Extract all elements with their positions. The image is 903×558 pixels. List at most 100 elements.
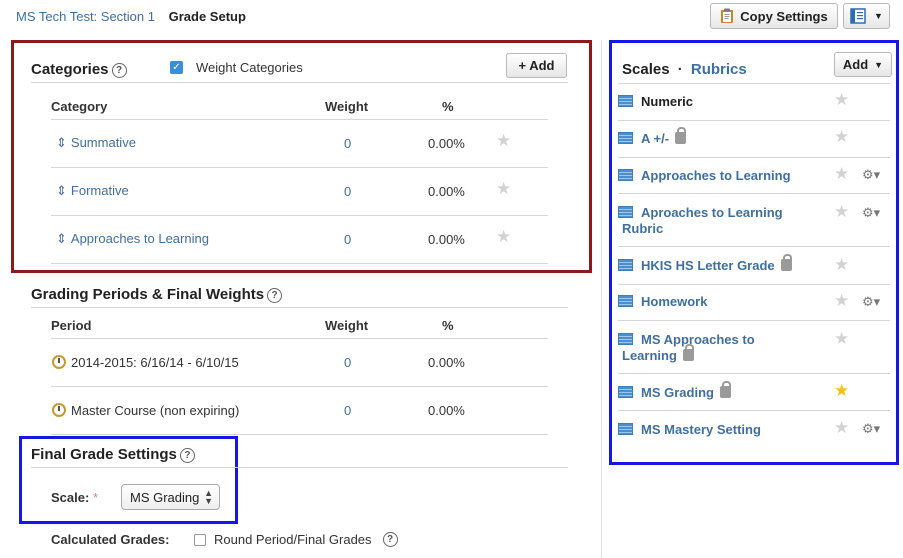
category-weight[interactable]: 0 bbox=[344, 184, 351, 199]
category-name-link[interactable]: Approaches to Learning bbox=[71, 231, 209, 246]
star-icon[interactable]: ★ bbox=[834, 202, 849, 222]
category-percent: 0.00% bbox=[428, 232, 465, 247]
divider bbox=[618, 120, 890, 121]
divider bbox=[618, 83, 890, 84]
divider bbox=[618, 157, 890, 158]
weight-categories-checkbox[interactable]: ✓ bbox=[170, 61, 183, 74]
divider bbox=[31, 307, 568, 308]
star-icon[interactable]: ★ bbox=[496, 179, 511, 199]
divider bbox=[51, 263, 548, 264]
star-icon[interactable]: ★ bbox=[834, 329, 849, 349]
drag-handle-icon[interactable]: ⇕ bbox=[56, 231, 67, 246]
gear-icon[interactable]: ⚙▾ bbox=[862, 167, 880, 183]
gear-icon[interactable]: ⚙▾ bbox=[862, 294, 880, 310]
select-arrows-icon: ▲ ▼ bbox=[204, 488, 213, 506]
chevron-down-icon: ▼ bbox=[874, 59, 884, 70]
table-row: ⇕ Summative bbox=[56, 135, 136, 151]
category-weight[interactable]: 0 bbox=[344, 232, 351, 247]
column-header-weight: Weight bbox=[325, 99, 369, 114]
help-icon[interactable]: ? bbox=[179, 447, 195, 463]
add-category-label: + Add bbox=[518, 58, 555, 73]
divider bbox=[618, 410, 890, 411]
divider bbox=[31, 467, 568, 468]
star-icon[interactable]: ★ bbox=[834, 127, 849, 147]
divider bbox=[51, 338, 548, 339]
star-icon[interactable]: ★ bbox=[496, 227, 511, 247]
scale-name-continued: Learning bbox=[622, 348, 677, 363]
star-icon[interactable]: ★ bbox=[834, 90, 849, 110]
calculated-grades-label: Calculated Grades: bbox=[51, 532, 170, 547]
divider bbox=[618, 246, 890, 247]
column-header-period: Period bbox=[51, 318, 92, 333]
copy-settings-button[interactable]: Copy Settings bbox=[710, 3, 838, 29]
page-title: Grade Setup bbox=[168, 9, 246, 24]
table-row: 2014-2015: 6/16/14 - 6/10/15 bbox=[52, 355, 239, 370]
divider bbox=[618, 320, 890, 321]
scale-list-icon bbox=[618, 259, 633, 271]
help-icon[interactable]: ? bbox=[382, 532, 398, 547]
drag-handle-icon[interactable]: ⇕ bbox=[56, 183, 67, 198]
layout-icon bbox=[850, 8, 866, 24]
grading-periods-title: Grading Periods & Final Weights? bbox=[31, 286, 283, 303]
add-scale-label: Add bbox=[842, 57, 869, 72]
round-grades-checkbox[interactable] bbox=[194, 533, 206, 546]
scale-list-icon bbox=[618, 95, 633, 107]
help-icon[interactable]: ? bbox=[267, 287, 283, 303]
scale-name: MS Approaches to bbox=[641, 332, 755, 347]
table-row: ⇕ Approaches to Learning bbox=[56, 231, 209, 247]
category-percent: 0.00% bbox=[428, 184, 465, 199]
weight-categories-label: Weight Categories bbox=[196, 60, 303, 75]
add-category-button[interactable]: + Add bbox=[506, 53, 567, 78]
round-grades-option[interactable]: Round Period/Final Grades ? bbox=[194, 532, 398, 547]
scale-name: MS Grading bbox=[641, 385, 714, 400]
period-name: 2014-2015: 6/16/14 - 6/10/15 bbox=[71, 355, 239, 370]
scale-list-icon bbox=[618, 333, 633, 345]
star-default-icon[interactable]: ★ bbox=[834, 381, 849, 401]
scale-name: Numeric bbox=[641, 94, 694, 109]
view-options-button[interactable]: ▼ bbox=[843, 3, 890, 29]
star-icon[interactable]: ★ bbox=[834, 418, 849, 438]
period-weight[interactable]: 0 bbox=[344, 403, 351, 418]
copy-settings-label: Copy Settings bbox=[740, 8, 828, 24]
scale-list-icon bbox=[618, 386, 633, 398]
table-row: ⇕ Formative bbox=[56, 183, 129, 199]
scale-list-icon bbox=[618, 295, 633, 307]
category-name-link[interactable]: Formative bbox=[71, 183, 129, 198]
categories-title: Categories? bbox=[31, 61, 127, 78]
drag-handle-icon[interactable]: ⇕ bbox=[56, 135, 67, 150]
period-percent: 0.00% bbox=[428, 403, 465, 418]
scales-tab[interactable]: Scales bbox=[622, 61, 670, 78]
lock-icon bbox=[780, 254, 792, 271]
period-weight[interactable]: 0 bbox=[344, 355, 351, 370]
column-header-category: Category bbox=[51, 99, 108, 114]
clock-icon bbox=[52, 355, 66, 369]
divider bbox=[51, 434, 548, 435]
scale-name: Aproaches to Learning bbox=[641, 205, 783, 220]
final-grade-title: Final Grade Settings? bbox=[31, 446, 195, 463]
star-icon[interactable]: ★ bbox=[834, 164, 849, 184]
gear-icon[interactable]: ⚙▾ bbox=[862, 421, 880, 437]
category-name-link[interactable]: Summative bbox=[71, 135, 136, 150]
category-percent: 0.00% bbox=[428, 136, 465, 151]
star-icon[interactable]: ★ bbox=[496, 131, 511, 151]
clipboard-icon bbox=[721, 8, 734, 23]
scale-name: Homework bbox=[641, 294, 708, 309]
gear-icon[interactable]: ⚙▾ bbox=[862, 205, 880, 221]
scale-select-value: MS Grading bbox=[130, 489, 200, 505]
breadcrumb-course-link[interactable]: MS Tech Test: Section 1 bbox=[16, 9, 155, 24]
star-icon[interactable]: ★ bbox=[834, 255, 849, 275]
help-icon[interactable]: ? bbox=[111, 62, 127, 78]
required-asterisk: * bbox=[92, 490, 98, 505]
scale-name: A +/- bbox=[641, 131, 670, 146]
star-icon[interactable]: ★ bbox=[834, 291, 849, 311]
rubrics-tab[interactable]: Rubrics bbox=[691, 61, 747, 78]
weight-categories-toggle[interactable]: ✓ Weight Categories bbox=[170, 60, 303, 75]
lock-icon bbox=[682, 344, 694, 361]
scale-select[interactable]: MS Grading ▲ ▼ bbox=[121, 484, 220, 510]
add-scale-button[interactable]: Add ▼ bbox=[834, 52, 892, 77]
breadcrumb: MS Tech Test: Section 1 Grade Setup bbox=[16, 9, 246, 24]
column-divider bbox=[601, 40, 602, 558]
category-weight[interactable]: 0 bbox=[344, 136, 351, 151]
divider bbox=[31, 82, 568, 83]
scales-separator: · bbox=[677, 61, 683, 78]
